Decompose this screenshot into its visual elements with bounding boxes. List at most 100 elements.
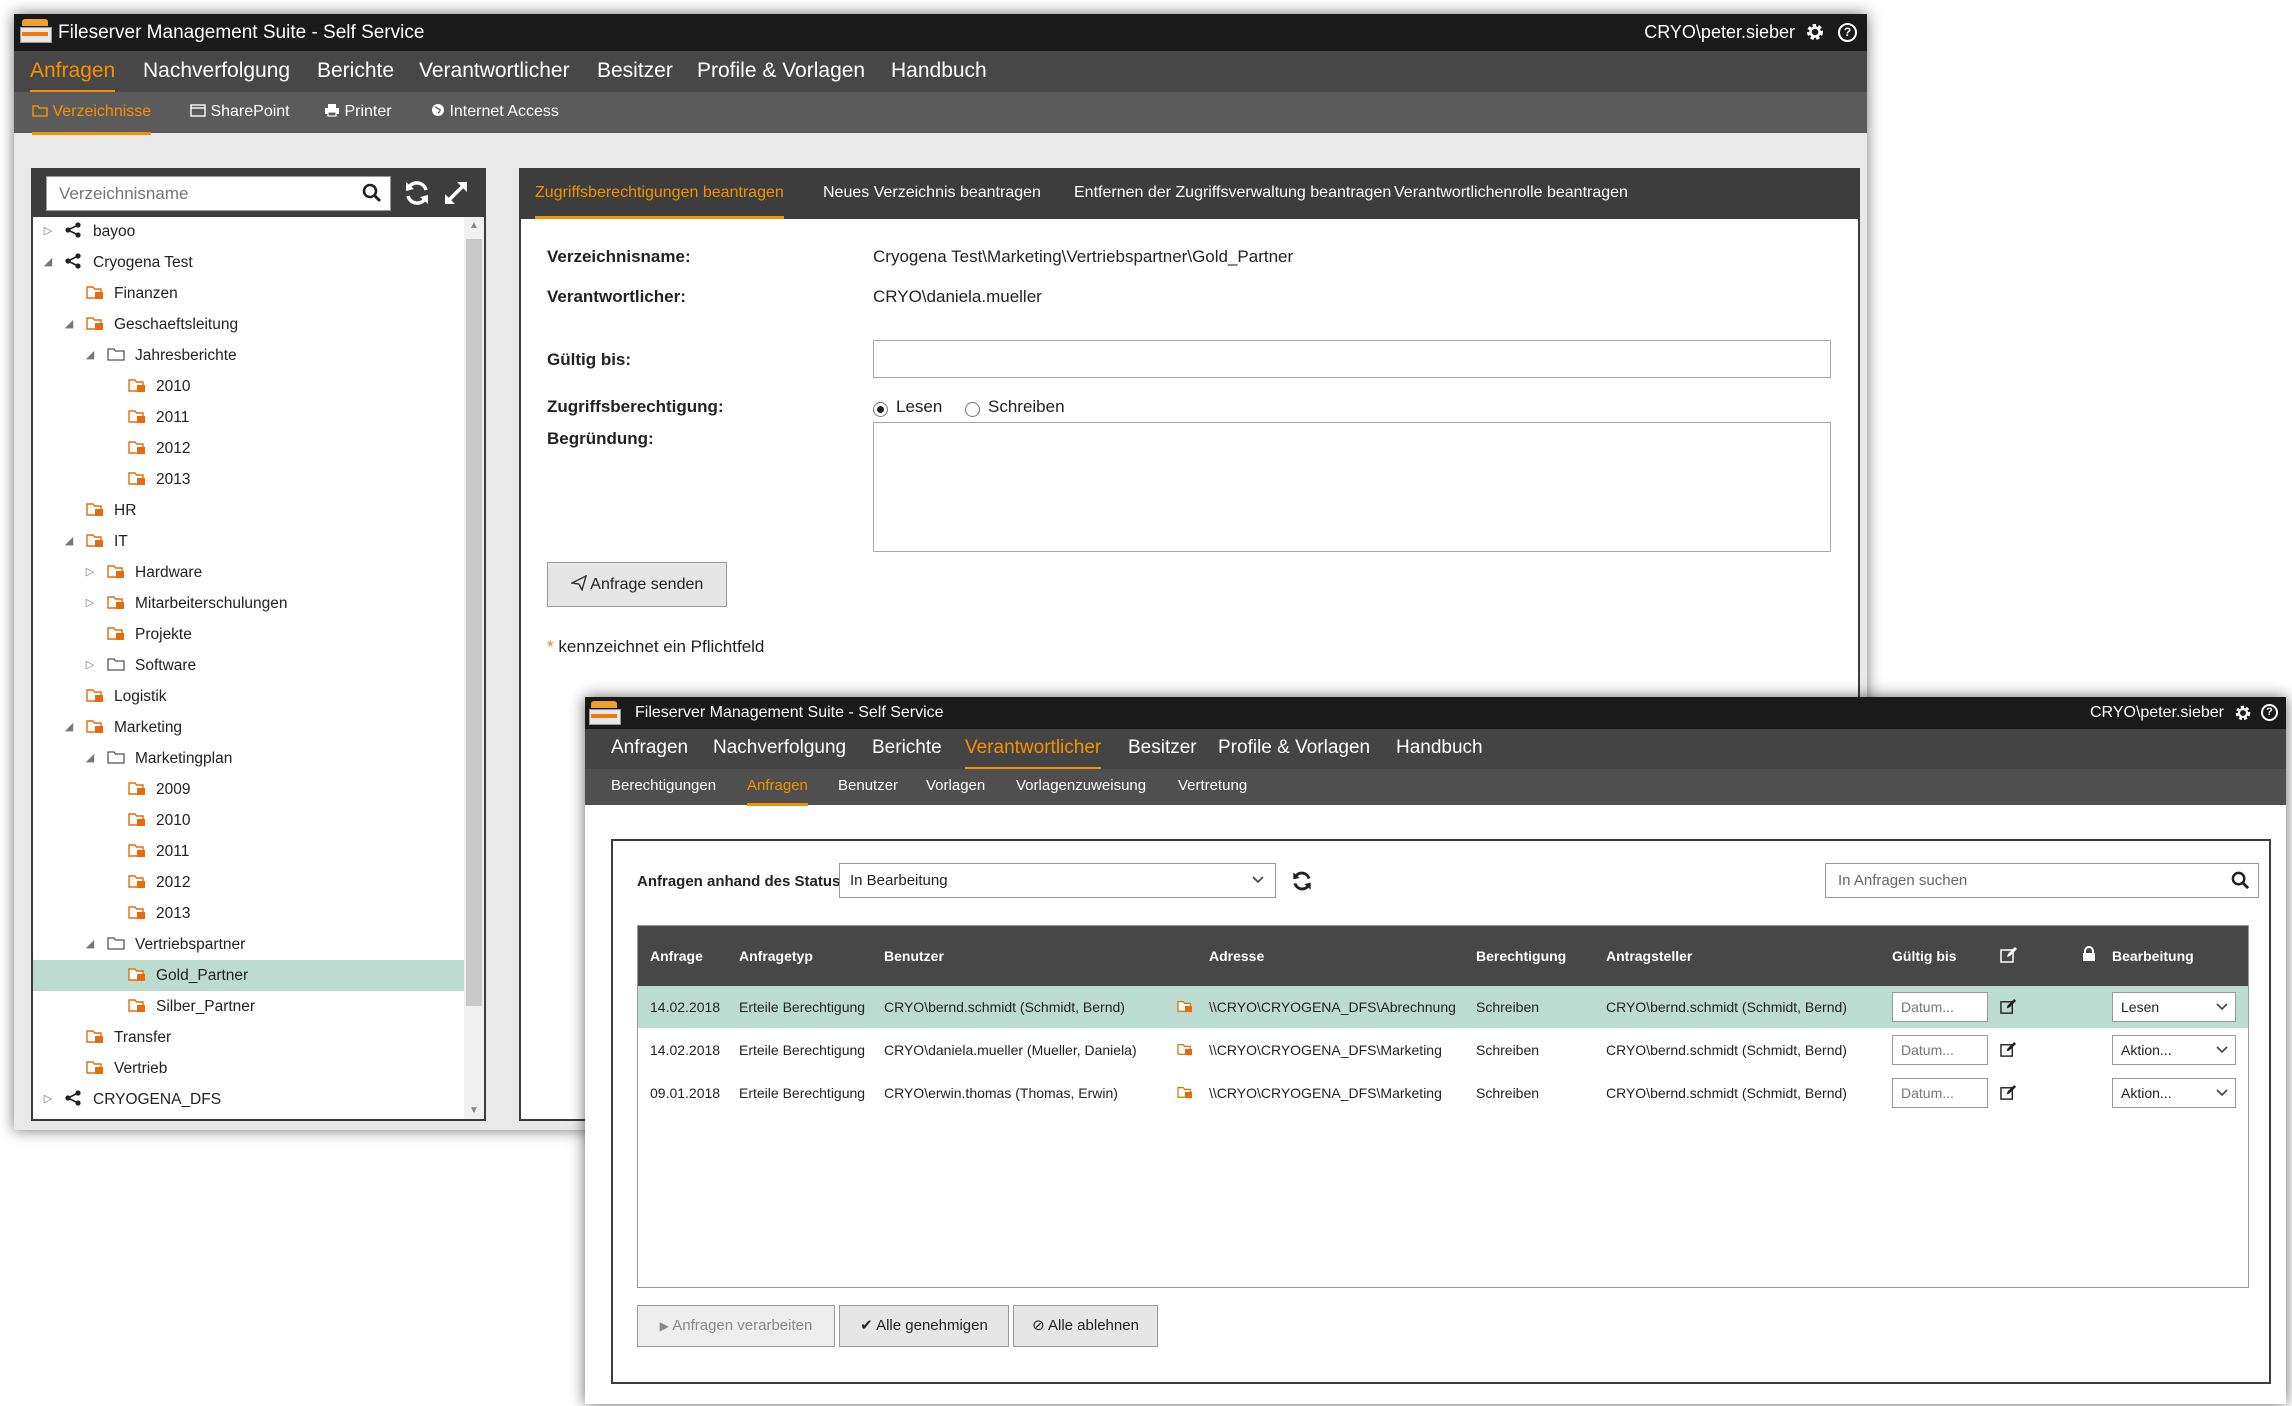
col-gueltig-bis[interactable]: Gültig bis [1892, 926, 1957, 986]
expand-icon[interactable] [442, 179, 470, 212]
tree-item[interactable]: ◢ IT [33, 526, 464, 557]
directory-search-field[interactable] [46, 176, 391, 211]
search-icon[interactable] [2231, 871, 2250, 895]
scroll-down-icon[interactable]: ▼ [464, 1105, 484, 1116]
tree-item[interactable]: 2013 [33, 898, 464, 929]
collapse-toggle-icon[interactable]: ◢ [41, 247, 55, 278]
tree-item[interactable]: 2013 [33, 464, 464, 495]
tree-item[interactable]: 2012 [33, 433, 464, 464]
user-name[interactable]: CRYO\peter.sieber [1644, 14, 1795, 51]
request-search-field[interactable]: In Anfragen suchen [1825, 863, 2259, 898]
process-requests-button[interactable]: ▶ Anfragen verarbeiten [637, 1305, 835, 1347]
collapse-toggle-icon[interactable]: ◢ [83, 929, 97, 960]
gear-icon[interactable] [2234, 704, 2252, 727]
radio-read-label[interactable]: Lesen [896, 397, 942, 417]
help-icon[interactable]: ? [1838, 23, 1857, 42]
tree-item[interactable]: Silber_Partner [33, 991, 464, 1022]
tree-item[interactable]: HR [33, 495, 464, 526]
valid-until-input[interactable] [873, 340, 1831, 378]
collapse-toggle-icon[interactable]: ◢ [83, 743, 97, 774]
col-anfragetyp[interactable]: Anfragetyp [739, 926, 813, 986]
subnav-vertretung[interactable]: Vertretung [1178, 769, 1247, 803]
tab-owner-role[interactable]: Verantwortlichenrolle beantragen [1394, 170, 1628, 216]
tree-item[interactable]: Transfer [33, 1022, 464, 1053]
tree-item[interactable]: ◢ Marketingplan [33, 743, 464, 774]
tree-item[interactable]: ▷ bayoo [33, 217, 464, 247]
tree-item[interactable]: 2011 [33, 836, 464, 867]
send-request-button[interactable]: Anfrage senden [547, 562, 727, 607]
table-row[interactable]: 14.02.2018 Erteile Berechtigung CRYO\bernd… [638, 986, 2248, 1028]
expand-toggle-icon[interactable]: ▷ [83, 557, 97, 588]
expand-toggle-icon[interactable]: ▷ [41, 1084, 55, 1115]
valid-until-input[interactable]: Datum... [1892, 992, 1988, 1022]
nav-nachverfolgung[interactable]: Nachverfolgung [713, 729, 846, 767]
nav-berichte[interactable]: Berichte [317, 51, 394, 90]
reject-all-button[interactable]: ⊘ Alle ablehnen [1013, 1305, 1158, 1347]
tree-scrollbar[interactable]: ▲ ▼ [464, 217, 484, 1119]
nav-besitzer[interactable]: Besitzer [597, 51, 673, 90]
collapse-toggle-icon[interactable]: ◢ [83, 340, 97, 371]
tree-item[interactable]: ▷ Mitarbeiterschulungen [33, 588, 464, 619]
tab-remove-management[interactable]: Entfernen der Zugriffsverwaltung beantra… [1074, 170, 1391, 216]
subnav-vorlagen[interactable]: Vorlagen [926, 769, 985, 803]
help-icon[interactable]: ? [2261, 704, 2278, 721]
reason-textarea[interactable] [873, 422, 1831, 552]
subnav-berechtigungen[interactable]: Berechtigungen [611, 769, 716, 803]
gear-icon[interactable] [1805, 22, 1825, 47]
status-filter-select[interactable]: In Bearbeitung [839, 863, 1276, 898]
expand-toggle-icon[interactable]: ▷ [83, 650, 97, 681]
scrollbar-thumb[interactable] [466, 239, 482, 1006]
collapse-toggle-icon[interactable]: ◢ [62, 309, 76, 340]
action-select[interactable]: Aktion... [2112, 1035, 2236, 1065]
radio-read[interactable] [873, 402, 888, 417]
refresh-icon[interactable] [1291, 870, 1313, 897]
tree-item[interactable]: ▷ Software [33, 650, 464, 681]
collapse-toggle-icon[interactable]: ◢ [62, 526, 76, 557]
tree-item[interactable]: 2012 [33, 867, 464, 898]
nav-handbuch[interactable]: Handbuch [891, 51, 987, 90]
tree-item[interactable]: Vertrieb [33, 1053, 464, 1084]
tree-item[interactable]: ◢ Marketing [33, 712, 464, 743]
edit-icon[interactable] [2000, 998, 2017, 1020]
tree-item[interactable]: 2010 [33, 805, 464, 836]
nav-verantwortlicher[interactable]: Verantwortlicher [965, 729, 1102, 770]
subnav-internet-access[interactable]: Internet Access [431, 92, 559, 132]
col-anfrage[interactable]: Anfrage [650, 926, 703, 986]
tab-access-request[interactable]: Zugriffsberechtigungen beantragen [535, 170, 784, 219]
action-select[interactable]: Lesen [2112, 992, 2236, 1022]
search-icon[interactable] [362, 183, 382, 208]
nav-profile-vorlagen[interactable]: Profile & Vorlagen [1218, 729, 1370, 767]
col-benutzer[interactable]: Benutzer [884, 926, 944, 986]
tree-item[interactable]: Finanzen [33, 278, 464, 309]
tree-item[interactable]: 2010 [33, 371, 464, 402]
refresh-icon[interactable] [403, 179, 431, 212]
edit-icon[interactable] [2000, 1041, 2017, 1063]
subnav-vorlagenzuweisung[interactable]: Vorlagenzuweisung [1016, 769, 1146, 803]
tree-item[interactable]: ◢ Vertriebspartner [33, 929, 464, 960]
edit-icon[interactable] [2000, 1084, 2017, 1106]
tree-item[interactable]: Logistik [33, 681, 464, 712]
approve-all-button[interactable]: ✔ Alle genehmigen [839, 1305, 1009, 1347]
scroll-up-icon[interactable]: ▲ [464, 220, 484, 231]
radio-write[interactable] [965, 402, 980, 417]
tree-item[interactable]: 2009 [33, 774, 464, 805]
user-name[interactable]: CRYO\peter.sieber [2090, 697, 2224, 729]
tree-item[interactable]: 2011 [33, 402, 464, 433]
subnav-sharepoint[interactable]: SharePoint [190, 92, 290, 132]
tree-item[interactable]: ◢ Jahresberichte [33, 340, 464, 371]
nav-besitzer[interactable]: Besitzer [1128, 729, 1197, 767]
subnav-anfragen[interactable]: Anfragen [747, 769, 808, 806]
subnav-printer[interactable]: Printer [324, 92, 392, 132]
nav-anfragen[interactable]: Anfragen [611, 729, 688, 767]
table-row[interactable]: 09.01.2018 Erteile Berechtigung CRYO\erwin… [638, 1072, 2248, 1114]
expand-toggle-icon[interactable]: ▷ [83, 588, 97, 619]
tree-item[interactable]: ▷ Hardware [33, 557, 464, 588]
tab-new-directory[interactable]: Neues Verzeichnis beantragen [823, 170, 1041, 216]
tree-item[interactable]: ▷ CRYOGENA_DFS [33, 1084, 464, 1115]
col-bearbeitung[interactable]: Bearbeitung [2112, 926, 2194, 986]
subnav-verzeichnisse[interactable]: Verzeichnisse [32, 92, 152, 135]
valid-until-input[interactable]: Datum... [1892, 1078, 1988, 1108]
folder-managed-icon[interactable] [1177, 1085, 1193, 1104]
col-adresse[interactable]: Adresse [1209, 926, 1264, 986]
nav-anfragen[interactable]: Anfragen [30, 51, 116, 93]
